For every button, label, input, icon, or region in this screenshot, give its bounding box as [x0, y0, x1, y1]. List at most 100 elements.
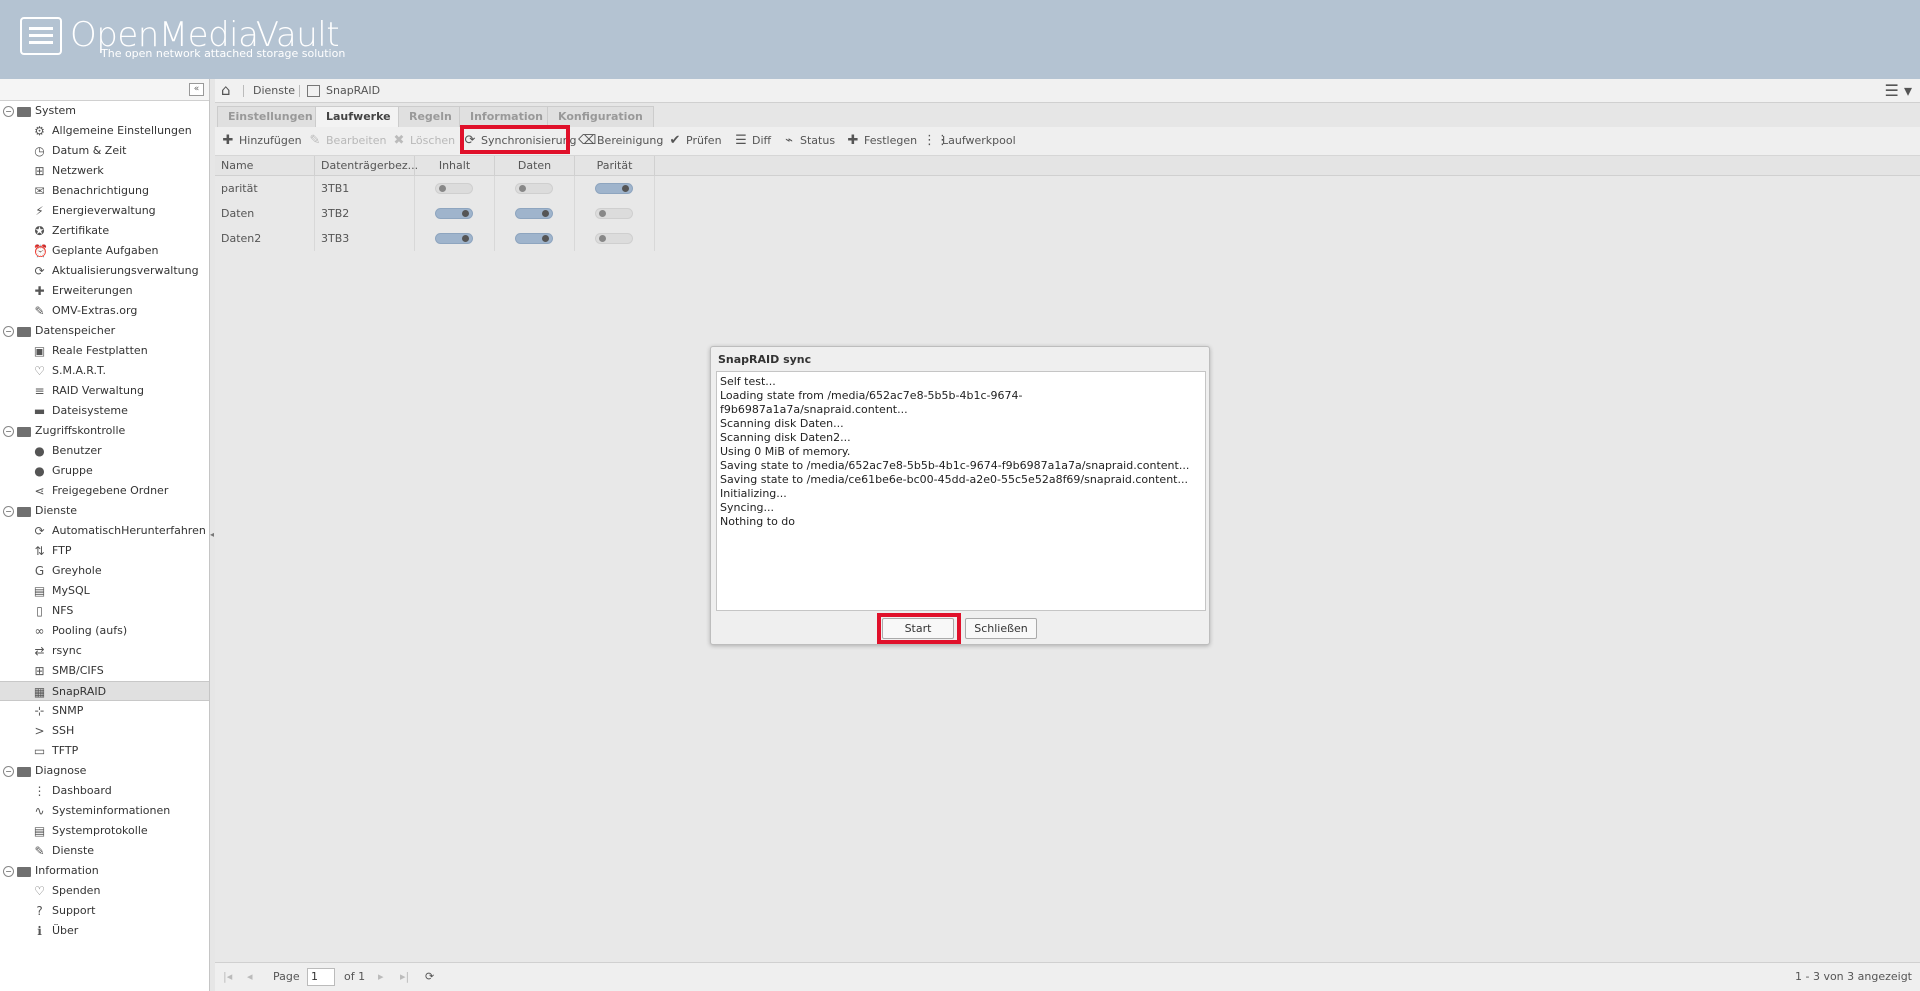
sidebar-item[interactable]: ⚡ Energieverwaltung [0, 201, 209, 221]
collapse-toggle-icon[interactable]: − [3, 866, 14, 877]
sidebar-item[interactable]: ▤ Systemprotokolle [0, 821, 209, 841]
tab-laufwerke[interactable]: Laufwerke [315, 106, 402, 127]
column-header-data[interactable]: Daten [495, 156, 575, 176]
sidebar-item[interactable]: ⊞ Netzwerk [0, 161, 209, 181]
sidebar-resize-handle[interactable]: ◂ [210, 530, 214, 539]
pool-button[interactable]: ⋮⋮Laufwerkpool [923, 132, 1016, 150]
sidebar-item[interactable]: ⊹ SNMP [0, 701, 209, 721]
parity-toggle[interactable] [595, 208, 633, 219]
sidebar-item[interactable]: ⊞ SMB/CIFS [0, 661, 209, 681]
column-header-label[interactable]: Datenträgerbez... [315, 156, 418, 176]
sidebar-group[interactable]: − Information [0, 861, 209, 881]
home-icon[interactable]: ⌂ [221, 83, 231, 98]
sidebar-item-label: Benachrichtigung [52, 184, 149, 197]
sidebar-item[interactable]: ✉ Benachrichtigung [0, 181, 209, 201]
prev-page-icon[interactable]: ◂ [247, 970, 253, 983]
sidebar-item[interactable]: ≡ RAID Verwaltung [0, 381, 209, 401]
table-row[interactable]: parität 3TB1 [215, 176, 1920, 201]
column-header-content[interactable]: Inhalt [415, 156, 495, 176]
sidebar-item[interactable]: ♡ Spenden [0, 881, 209, 901]
table-row[interactable]: Daten2 3TB3 [215, 226, 1920, 251]
sidebar-item[interactable]: ⏰ Geplante Aufgaben [0, 241, 209, 261]
data-toggle[interactable] [515, 233, 553, 244]
next-page-icon[interactable]: ▸ [378, 970, 384, 983]
navigation-tree: − System ⚙ Allgemeine Einstellungen ◷ Datum &… [0, 101, 209, 941]
first-page-icon[interactable]: |◂ [223, 970, 232, 983]
sidebar-item[interactable]: ⟳ Aktualisierungsverwaltung [0, 261, 209, 281]
sidebar-item[interactable]: > SSH [0, 721, 209, 741]
sidebar-group[interactable]: − System [0, 101, 209, 121]
check-button[interactable]: ✔ Prüfen [667, 132, 722, 150]
collapse-toggle-icon[interactable]: − [3, 426, 14, 437]
sidebar-item[interactable]: ▦ SnapRAID [0, 681, 209, 701]
sidebar-item[interactable]: ⋮ Dashboard [0, 781, 209, 801]
sidebar-item[interactable]: ▯ NFS [0, 601, 209, 621]
sidebar-item[interactable]: ✎ Dienste [0, 841, 209, 861]
status-button[interactable]: ⌁ Status [781, 132, 835, 150]
parity-toggle[interactable] [595, 233, 633, 244]
collapse-sidebar-button[interactable]: « [189, 83, 204, 96]
delete-button[interactable]: ✖ Löschen [391, 132, 456, 150]
sidebar-item[interactable]: ● Gruppe [0, 461, 209, 481]
column-header-parity[interactable]: Parität [575, 156, 655, 176]
options-menu-icon[interactable]: ☰ ▾ [1885, 83, 1912, 99]
collapse-toggle-icon[interactable]: − [3, 326, 14, 337]
sidebar-item[interactable]: ⇅ FTP [0, 541, 209, 561]
sidebar-item[interactable]: ✚ Erweiterungen [0, 281, 209, 301]
sidebar-group[interactable]: − Diagnose [0, 761, 209, 781]
diff-button[interactable]: ☰ Diff [733, 132, 771, 150]
content-toggle[interactable] [435, 233, 473, 244]
table-row[interactable]: Daten 3TB2 [215, 201, 1920, 226]
sidebar-item[interactable]: ⋖ Freigegebene Ordner [0, 481, 209, 501]
parity-toggle[interactable] [595, 183, 633, 194]
collapse-toggle-icon[interactable]: − [3, 506, 14, 517]
tab-konfiguration[interactable]: Konfiguration [547, 106, 654, 127]
close-button[interactable]: Schließen [965, 618, 1037, 639]
sidebar-group[interactable]: − Dienste [0, 501, 209, 521]
data-toggle[interactable] [515, 183, 553, 194]
tab-information[interactable]: Information [459, 106, 554, 127]
table-cell [495, 176, 575, 201]
sidebar-item[interactable]: G Greyhole [0, 561, 209, 581]
sidebar-item[interactable]: ⚙ Allgemeine Einstellungen [0, 121, 209, 141]
column-header-name[interactable]: Name [215, 156, 315, 176]
breadcrumb-item-dienste[interactable]: Dienste [253, 79, 295, 103]
sidebar-item[interactable]: ♡ S.M.A.R.T. [0, 361, 209, 381]
sidebar-item[interactable]: ℹ Über [0, 921, 209, 941]
main-menu-button[interactable] [20, 17, 62, 55]
pager-summary: 1 - 3 von 3 angezeigt [1794, 970, 1912, 983]
sidebar-item[interactable]: ✎ OMV-Extras.org [0, 301, 209, 321]
sync-log-output[interactable]: Self test... Loading state from /media/65… [716, 371, 1206, 611]
sidebar-item[interactable]: ▬ Dateisysteme [0, 401, 209, 421]
sidebar-item-icon: ⚙ [34, 124, 45, 138]
last-page-icon[interactable]: ▸| [400, 970, 409, 983]
page-number-input[interactable]: 1 [307, 968, 335, 986]
collapse-toggle-icon[interactable]: − [3, 106, 14, 117]
sidebar-item[interactable]: ⟳ AutomatischHerunterfahren [0, 521, 209, 541]
tab-einstellungen[interactable]: Einstellungen [217, 106, 324, 127]
clean-button[interactable]: ⌫Bereinigung [578, 132, 663, 150]
sidebar-item[interactable]: ▣ Reale Festplatten [0, 341, 209, 361]
refresh-icon[interactable]: ⟳ [425, 970, 434, 983]
data-toggle[interactable] [515, 208, 553, 219]
sidebar-item[interactable]: ⇄ rsync [0, 641, 209, 661]
sidebar-item[interactable]: ▭ TFTP [0, 741, 209, 761]
sidebar-item[interactable]: ? Support [0, 901, 209, 921]
edit-button[interactable]: ✎ Bearbeiten [307, 132, 387, 150]
sidebar-item[interactable]: ▤ MySQL [0, 581, 209, 601]
collapse-toggle-icon[interactable]: − [3, 766, 14, 777]
add-button[interactable]: ✚ Hinzufügen [220, 132, 302, 150]
sidebar-item[interactable]: ✪ Zertifikate [0, 221, 209, 241]
tab-regeln[interactable]: Regeln [398, 106, 463, 127]
diff-label: Diff [752, 134, 772, 147]
sidebar-item[interactable]: ◷ Datum & Zeit [0, 141, 209, 161]
sidebar-group[interactable]: − Zugriffskontrolle [0, 421, 209, 441]
content-toggle[interactable] [435, 183, 473, 194]
sidebar-item[interactable]: ● Benutzer [0, 441, 209, 461]
snapraid-sync-dialog: SnapRAID sync Self test... Loading state … [710, 346, 1210, 645]
sidebar-item[interactable]: ∿ Systeminformationen [0, 801, 209, 821]
fix-button[interactable]: ✚ Festlegen [845, 132, 918, 150]
sidebar-item[interactable]: ∞ Pooling (aufs) [0, 621, 209, 641]
content-toggle[interactable] [435, 208, 473, 219]
sidebar-group[interactable]: − Datenspeicher [0, 321, 209, 341]
